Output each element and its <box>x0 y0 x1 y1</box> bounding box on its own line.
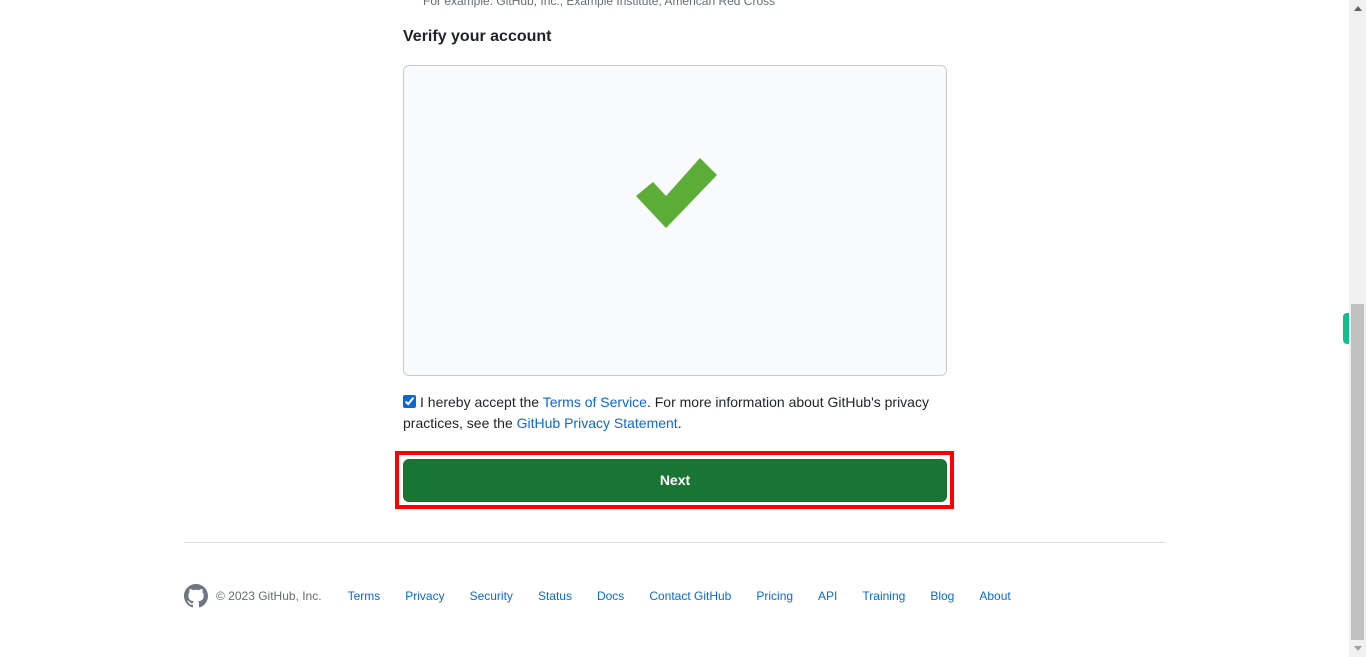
footer-link-pricing[interactable]: Pricing <box>756 589 793 603</box>
footer-link-api[interactable]: API <box>818 589 837 603</box>
copyright-text: © 2023 GitHub, Inc. <box>216 589 322 603</box>
github-mark-icon[interactable] <box>184 584 208 608</box>
footer-link-docs[interactable]: Docs <box>597 589 624 603</box>
next-button[interactable]: Next <box>403 459 947 502</box>
captcha-verification-box[interactable] <box>403 65 947 376</box>
arrow-down-icon <box>1353 646 1362 651</box>
footer-link-about[interactable]: About <box>979 589 1010 603</box>
footer-link-terms[interactable]: Terms <box>348 589 381 603</box>
scroll-down-button[interactable] <box>1349 640 1366 657</box>
scroll-up-button[interactable] <box>1349 0 1366 17</box>
verify-account-heading: Verify your account <box>403 28 552 45</box>
scrollbar-thumb[interactable] <box>1351 304 1364 640</box>
arrow-up-icon <box>1353 6 1362 11</box>
accept-terms-checkbox[interactable] <box>403 395 416 408</box>
footer-link-contact[interactable]: Contact GitHub <box>649 589 731 603</box>
footer-link-privacy[interactable]: Privacy <box>405 589 444 603</box>
footer-link-status[interactable]: Status <box>538 589 572 603</box>
checkmark-icon <box>636 158 717 228</box>
vertical-scrollbar[interactable] <box>1349 0 1366 657</box>
footer-link-training[interactable]: Training <box>862 589 905 603</box>
footer: © 2023 GitHub, Inc. Terms Privacy Securi… <box>184 583 1036 609</box>
terms-suffix: . <box>677 415 682 431</box>
organization-hint: For example: GitHub, Inc., Example Insti… <box>423 0 776 8</box>
footer-link-blog[interactable]: Blog <box>930 589 954 603</box>
terms-of-service-link[interactable]: Terms of Service <box>543 394 647 410</box>
terms-prefix: I hereby accept the <box>420 394 543 410</box>
terms-acceptance: I hereby accept the Terms of Service. Fo… <box>403 392 951 434</box>
footer-divider <box>184 542 1165 543</box>
footer-link-security[interactable]: Security <box>470 589 513 603</box>
privacy-statement-link[interactable]: GitHub Privacy Statement <box>517 415 678 431</box>
